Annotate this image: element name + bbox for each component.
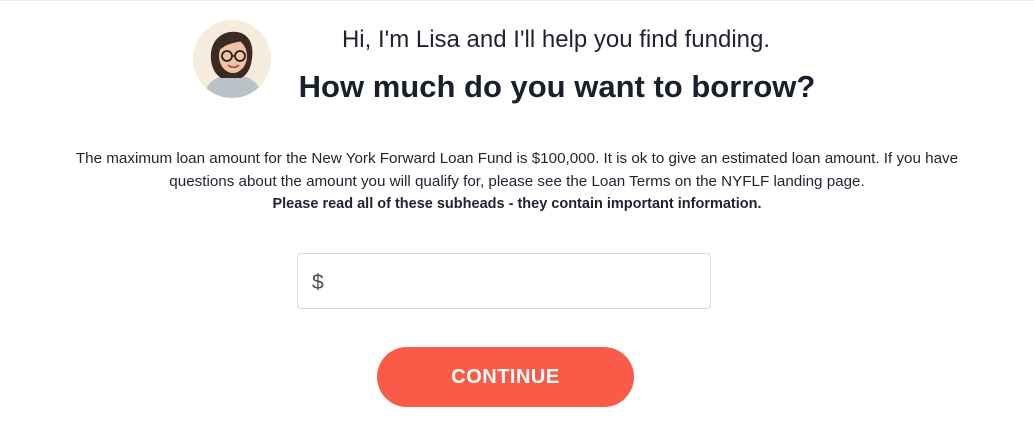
continue-button[interactable]: CONTINUE	[377, 347, 634, 407]
subhead-line-2: questions about the amount you will qual…	[169, 173, 865, 190]
loan-subhead: The maximum loan amount for the New York…	[8, 147, 1026, 216]
greeting-text: Hi, I'm Lisa and I'll help you find fund…	[341, 26, 771, 53]
page-title: How much do you want to borrow?	[298, 69, 816, 104]
loan-amount-input[interactable]	[332, 262, 700, 300]
dollar-sign-icon: $	[312, 271, 324, 294]
advisor-avatar	[193, 20, 271, 98]
subhead-line-1: The maximum loan amount for the New York…	[75, 150, 959, 167]
loan-amount-field[interactable]: $	[297, 253, 711, 309]
loan-amount-page: Hi, I'm Lisa and I'll help you find fund…	[0, 0, 1034, 437]
advisor-header: Hi, I'm Lisa and I'll help you find fund…	[0, 0, 1034, 110]
subhead-emphasis: Please read all of these subheads - they…	[272, 196, 762, 212]
